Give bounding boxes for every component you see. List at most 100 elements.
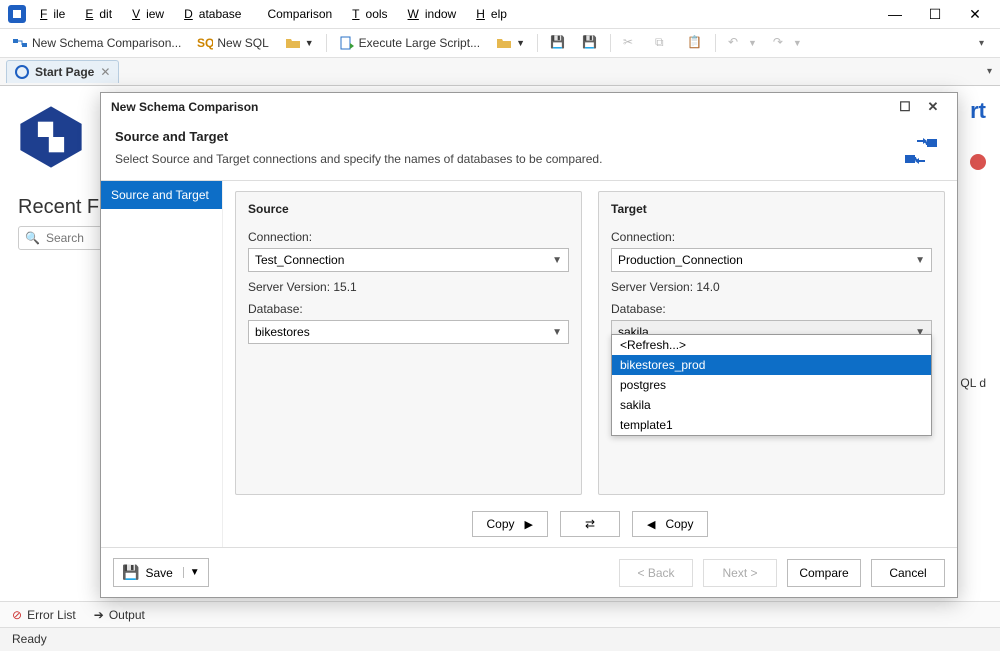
toolbar-execute-large[interactable]: Execute Large Script...: [335, 33, 484, 53]
svg-text:SQL: SQL: [197, 36, 213, 50]
toolbar-schema-label: New Schema Comparison...: [32, 36, 181, 50]
copy-left-button[interactable]: ◀ Copy: [632, 511, 708, 537]
next-button[interactable]: Next >: [703, 559, 777, 587]
compare-button[interactable]: Compare: [787, 559, 861, 587]
toolbar-newsql-label: New SQL: [217, 36, 268, 50]
paste-icon: 📋: [687, 35, 703, 51]
source-database-label: Database:: [248, 302, 569, 316]
save-label: Save: [145, 566, 172, 580]
menu-view[interactable]: View: [126, 3, 176, 25]
minimize-button[interactable]: —: [878, 2, 912, 26]
copy-right-label: Copy: [487, 517, 515, 531]
toolbar-overflow[interactable]: ▾: [971, 38, 992, 49]
toolbar-paste[interactable]: 📋: [683, 33, 707, 53]
output-tab[interactable]: ➔ Output: [94, 608, 145, 622]
save-icon: 💾: [122, 564, 139, 581]
toolbar-execute-label: Execute Large Script...: [359, 36, 480, 50]
target-connection-label: Connection:: [611, 230, 932, 244]
menu-tools[interactable]: Tools: [346, 3, 399, 25]
toolbar-save[interactable]: 💾: [546, 33, 570, 53]
brand-text-fragment: rt: [970, 98, 986, 124]
dialog-title-bar: New Schema Comparison ☐ ✕: [101, 93, 957, 121]
source-database-value: bikestores: [255, 325, 310, 339]
notification-badge[interactable]: [970, 154, 986, 170]
target-connection-value: Production_Connection: [618, 253, 743, 267]
error-icon: ⊘: [12, 608, 22, 622]
save-dropdown-icon[interactable]: ▼: [183, 567, 200, 578]
back-button[interactable]: < Back: [619, 559, 693, 587]
dropdown-option[interactable]: bikestores_prod: [612, 355, 931, 375]
tab-close-icon[interactable]: ✕: [100, 65, 110, 79]
dropdown-option[interactable]: template1: [612, 415, 931, 435]
wizard-step-source-target[interactable]: Source and Target: [101, 181, 222, 209]
target-database-label: Database:: [611, 302, 932, 316]
folder-open-icon: [285, 35, 301, 51]
dialog-heading: Source and Target: [115, 129, 943, 144]
redo-icon: ↷: [773, 35, 789, 51]
source-database-combo[interactable]: bikestores ▼: [248, 320, 569, 344]
menu-file[interactable]: File: [34, 3, 77, 25]
dialog-body: Source and Target Source Connection: Tes…: [101, 181, 957, 547]
dropdown-option[interactable]: postgres: [612, 375, 931, 395]
dropdown-option[interactable]: sakila: [612, 395, 931, 415]
app-icon: [8, 5, 26, 23]
menu-database[interactable]: Database: [178, 3, 253, 25]
output-icon: ➔: [94, 608, 104, 622]
chevron-down-icon: ▼: [552, 255, 562, 266]
close-button[interactable]: ✕: [958, 2, 992, 26]
folder-icon: [496, 35, 512, 51]
schema-compare-icon: [12, 35, 28, 51]
dialog-header: Source and Target Select Source and Targ…: [101, 121, 957, 181]
chevron-down-icon: ▼: [552, 327, 562, 338]
tab-overflow[interactable]: ▾: [979, 66, 1000, 77]
tab-label: Start Page: [35, 65, 94, 79]
dialog-maximize-button[interactable]: ☐: [891, 99, 919, 115]
dropdown-option[interactable]: <Refresh...>: [612, 335, 931, 355]
error-list-tab[interactable]: ⊘ Error List: [12, 608, 76, 622]
document-tab-strip: Start Page ✕ ▾: [0, 58, 1000, 86]
dialog-close-button[interactable]: ✕: [919, 99, 947, 115]
toolbar-open[interactable]: ▼: [281, 33, 318, 53]
menu-comparison[interactable]: Comparison: [255, 3, 344, 25]
toolbar-schema-compare[interactable]: New Schema Comparison...: [8, 33, 185, 53]
toolbar-copy[interactable]: ⧉: [651, 33, 675, 53]
arrow-left-icon: ◀: [647, 518, 655, 531]
saveall-icon: 💾: [582, 35, 598, 51]
toolbar-cut[interactable]: ✂: [619, 33, 643, 53]
cut-icon: ✂: [623, 35, 639, 51]
sync-schema-icon: [901, 131, 941, 171]
target-database-dropdown: <Refresh...>bikestores_prodpostgressakil…: [611, 334, 932, 436]
cancel-button[interactable]: Cancel: [871, 559, 945, 587]
arrow-right-icon: ▶: [525, 518, 533, 531]
toolbar-saveall[interactable]: 💾: [578, 33, 602, 53]
target-connection-combo[interactable]: Production_Connection ▼: [611, 248, 932, 272]
error-list-label: Error List: [27, 608, 76, 622]
status-text: Ready: [12, 632, 47, 646]
toolbar-folder2[interactable]: ▼: [492, 33, 529, 53]
tab-start-page[interactable]: Start Page ✕: [6, 60, 119, 83]
dialog-description: Select Source and Target connections and…: [115, 152, 943, 166]
copy-right-button[interactable]: Copy ▶: [472, 511, 548, 537]
source-connection-combo[interactable]: Test_Connection ▼: [248, 248, 569, 272]
status-bar: Ready: [0, 627, 1000, 651]
save-button[interactable]: 💾 Save ▼: [113, 558, 209, 587]
search-icon: 🔍: [25, 231, 40, 245]
window-controls: — ☐ ✕: [878, 2, 996, 26]
main-toolbar: New Schema Comparison... SQL New SQL ▼ E…: [0, 28, 1000, 58]
menu-bar: File Edit View Database Comparison Tools…: [34, 3, 519, 25]
source-connection-value: Test_Connection: [255, 253, 344, 267]
source-connection-label: Connection:: [248, 230, 569, 244]
maximize-button[interactable]: ☐: [918, 2, 952, 26]
bottom-panel-tabs: ⊘ Error List ➔ Output: [0, 601, 1000, 627]
swap-button[interactable]: ⇄: [560, 511, 620, 537]
menu-window[interactable]: Window: [402, 3, 469, 25]
menu-edit[interactable]: Edit: [79, 3, 124, 25]
product-logo: [16, 102, 86, 172]
toolbar-redo[interactable]: ↷▼: [769, 33, 806, 53]
toolbar-new-sql[interactable]: SQL New SQL: [193, 33, 272, 53]
save-icon: 💾: [550, 35, 566, 51]
toolbar-undo[interactable]: ↶▼: [724, 33, 761, 53]
swap-icon: ⇄: [585, 517, 595, 531]
new-schema-comparison-dialog: New Schema Comparison ☐ ✕ Source and Tar…: [100, 92, 958, 598]
menu-help[interactable]: Help: [470, 3, 519, 25]
